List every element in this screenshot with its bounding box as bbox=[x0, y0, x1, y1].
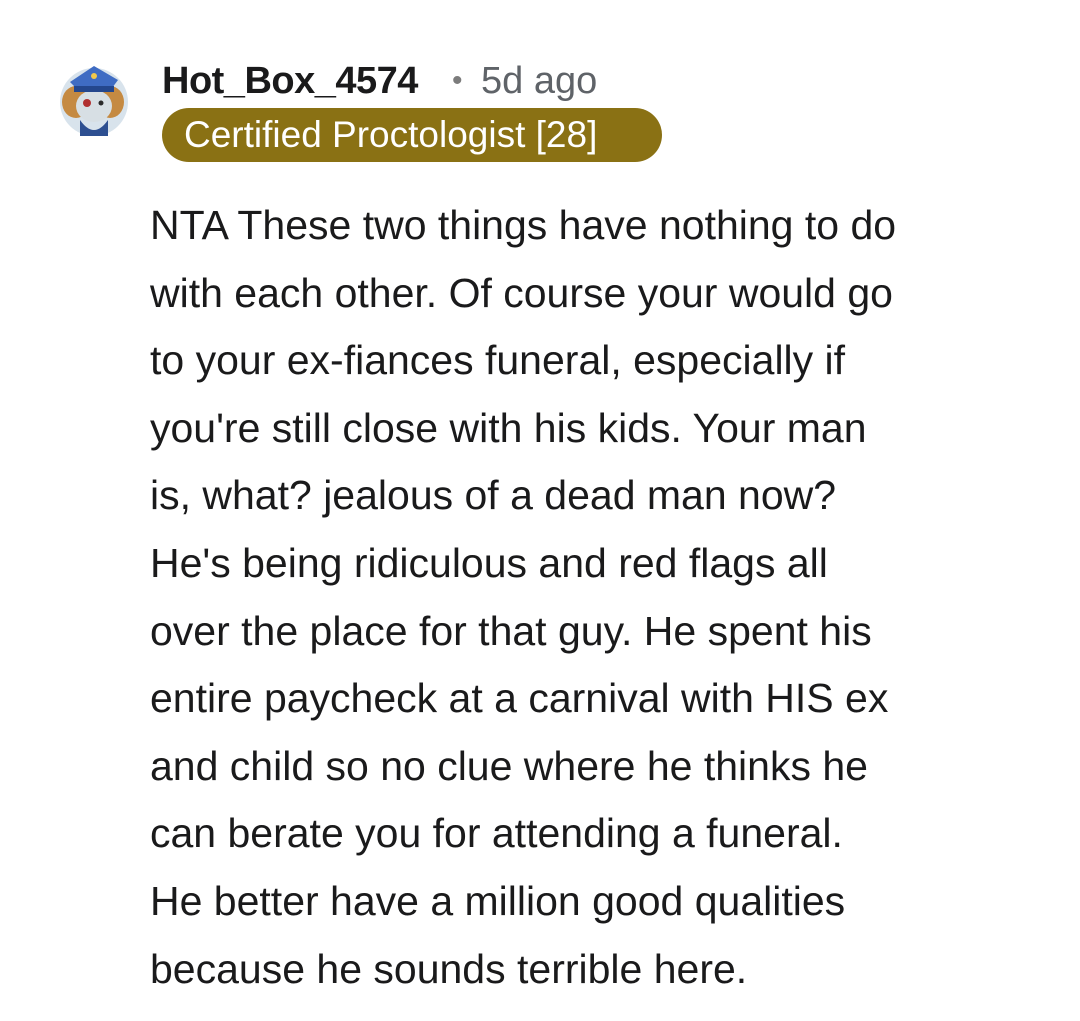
comment-body-line: He's being ridiculous and red flags all bbox=[150, 539, 828, 586]
comment-body: NTA These two things have nothing to do … bbox=[150, 192, 1030, 1003]
comment-body-line: and child so no clue where he thinks he bbox=[150, 742, 868, 789]
comment-body-line: because he sounds terrible here. bbox=[150, 945, 748, 992]
comment-body-line: to your ex-fiances funeral, especially i… bbox=[150, 337, 846, 384]
user-flair-badge: Certified Proctologist [28] bbox=[162, 108, 662, 162]
comment-body-line: NTA These two things have nothing to do bbox=[150, 202, 897, 248]
user-avatar-icon[interactable] bbox=[56, 58, 132, 138]
comment-body-line: with each other. Of course your would go bbox=[150, 269, 893, 316]
comment-timestamp: 5d ago bbox=[481, 60, 598, 102]
comment-body-line: can berate you for attending a funeral. bbox=[150, 810, 843, 857]
comment-body-line: He better have a million good qualities bbox=[150, 877, 846, 924]
comment: Hot_Box_4574 • 5d ago Certified Proctolo… bbox=[0, 0, 1080, 1021]
username-link[interactable]: Hot_Box_4574 bbox=[162, 58, 418, 104]
comment-body-line: you're still close with his kids. Your m… bbox=[150, 404, 867, 451]
separator-dot: • bbox=[452, 64, 463, 97]
comment-body-line: is, what? jealous of a dead man now? bbox=[150, 472, 837, 519]
comment-body-line: over the place for that guy. He spent hi… bbox=[150, 607, 872, 654]
comment-body-line: entire paycheck at a carnival with HIS e… bbox=[150, 675, 889, 722]
